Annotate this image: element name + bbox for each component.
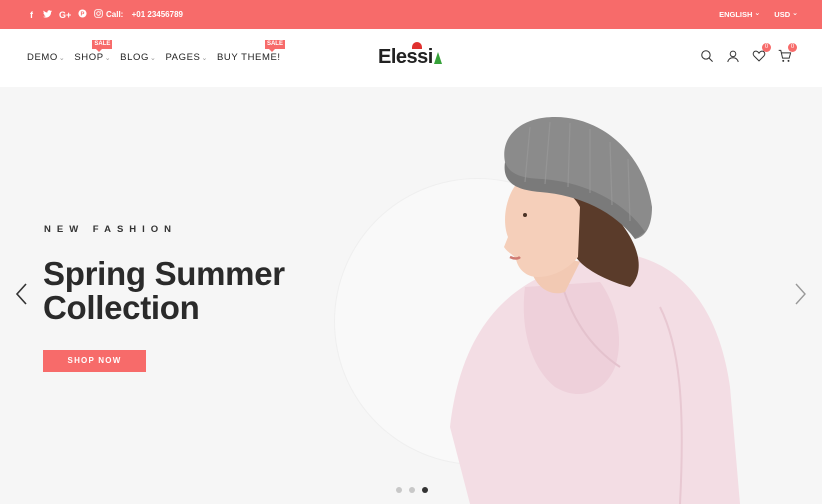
phone-number[interactable]: +01 23456789 (132, 10, 183, 19)
nav-item-buy-theme[interactable]: SALE BUY THEME! (216, 40, 285, 63)
chevron-down-icon: ⌄ (201, 55, 208, 62)
slider-dot-active[interactable] (422, 487, 428, 493)
chevron-right-icon[interactable] (792, 282, 808, 306)
pinterest-icon[interactable]: P (78, 9, 87, 21)
facebook-icon[interactable]: f (27, 10, 36, 21)
currency-select[interactable]: USD (774, 10, 798, 19)
twitter-icon[interactable] (43, 9, 52, 21)
hero-title-line-1: Spring Summer (43, 255, 285, 292)
hero-title-line-2: Collection (43, 289, 200, 326)
nav-item-shop[interactable]: SALE SHOP⌄ (74, 40, 113, 63)
language-select[interactable]: ENGLISH (719, 10, 760, 19)
slider-dots (396, 487, 428, 493)
search-icon[interactable] (700, 49, 714, 63)
social-links: f G+ P (27, 9, 104, 21)
chevron-down-icon: ⌄ (149, 55, 157, 62)
hero-title: Spring Summer Collection (43, 257, 285, 325)
sale-badge: SALE (92, 40, 113, 52)
google-plus-icon[interactable]: G+ (59, 10, 71, 21)
nav-item-label: DEMO (27, 52, 58, 63)
slider-dot[interactable] (409, 487, 415, 493)
site-logo[interactable]: Elessi (378, 42, 442, 69)
tree-icon (433, 52, 442, 64)
top-bar: f G+ P Call: +01 23456789 ENGLISH USD (0, 0, 822, 29)
nav-item-label: PAGES (165, 52, 201, 63)
model-image (450, 117, 740, 504)
nav-item-label: BUY THEME! (216, 52, 281, 63)
user-icon[interactable] (726, 49, 740, 63)
nav-item-blog[interactable]: BLOG⌄ (120, 52, 156, 63)
wishlist-count: 0 (762, 43, 771, 52)
top-right-selectors: ENGLISH USD (719, 10, 798, 19)
header-icons: 0 0 (700, 43, 797, 63)
call-label: Call: (106, 10, 124, 19)
nav-item-demo[interactable]: DEMO⌄ (27, 52, 65, 63)
chevron-down-icon: ⌄ (58, 55, 66, 62)
cart-icon[interactable]: 0 (778, 43, 797, 63)
heart-icon[interactable]: 0 (752, 43, 771, 63)
main-nav: DEMO⌄ SALE SHOP⌄ BLOG⌄ PAGES⌄ SALE BUY T… (27, 40, 285, 63)
instagram-icon[interactable] (94, 9, 104, 21)
shop-now-button[interactable]: SHOP NOW (43, 350, 146, 372)
slider-dot[interactable] (396, 487, 402, 493)
site-header: DEMO⌄ SALE SHOP⌄ BLOG⌄ PAGES⌄ SALE BUY T… (0, 29, 822, 87)
cart-count: 0 (788, 43, 797, 52)
svg-text:P: P (81, 12, 85, 18)
call-info: Call: +01 23456789 (106, 10, 183, 19)
logo-text: Elessi (378, 46, 433, 68)
nav-item-pages[interactable]: PAGES⌄ (165, 52, 208, 63)
nav-item-label: SHOP (74, 52, 104, 63)
santa-hat-icon (412, 42, 422, 49)
chevron-down-icon: ⌄ (104, 55, 112, 62)
hero-kicker: NEW FASHION (44, 224, 178, 235)
nav-item-label: BLOG (120, 52, 149, 63)
hero-slider: NEW FASHION Spring Summer Collection SHO… (0, 87, 822, 504)
chevron-left-icon[interactable] (14, 282, 30, 306)
sale-badge: SALE (264, 40, 285, 52)
